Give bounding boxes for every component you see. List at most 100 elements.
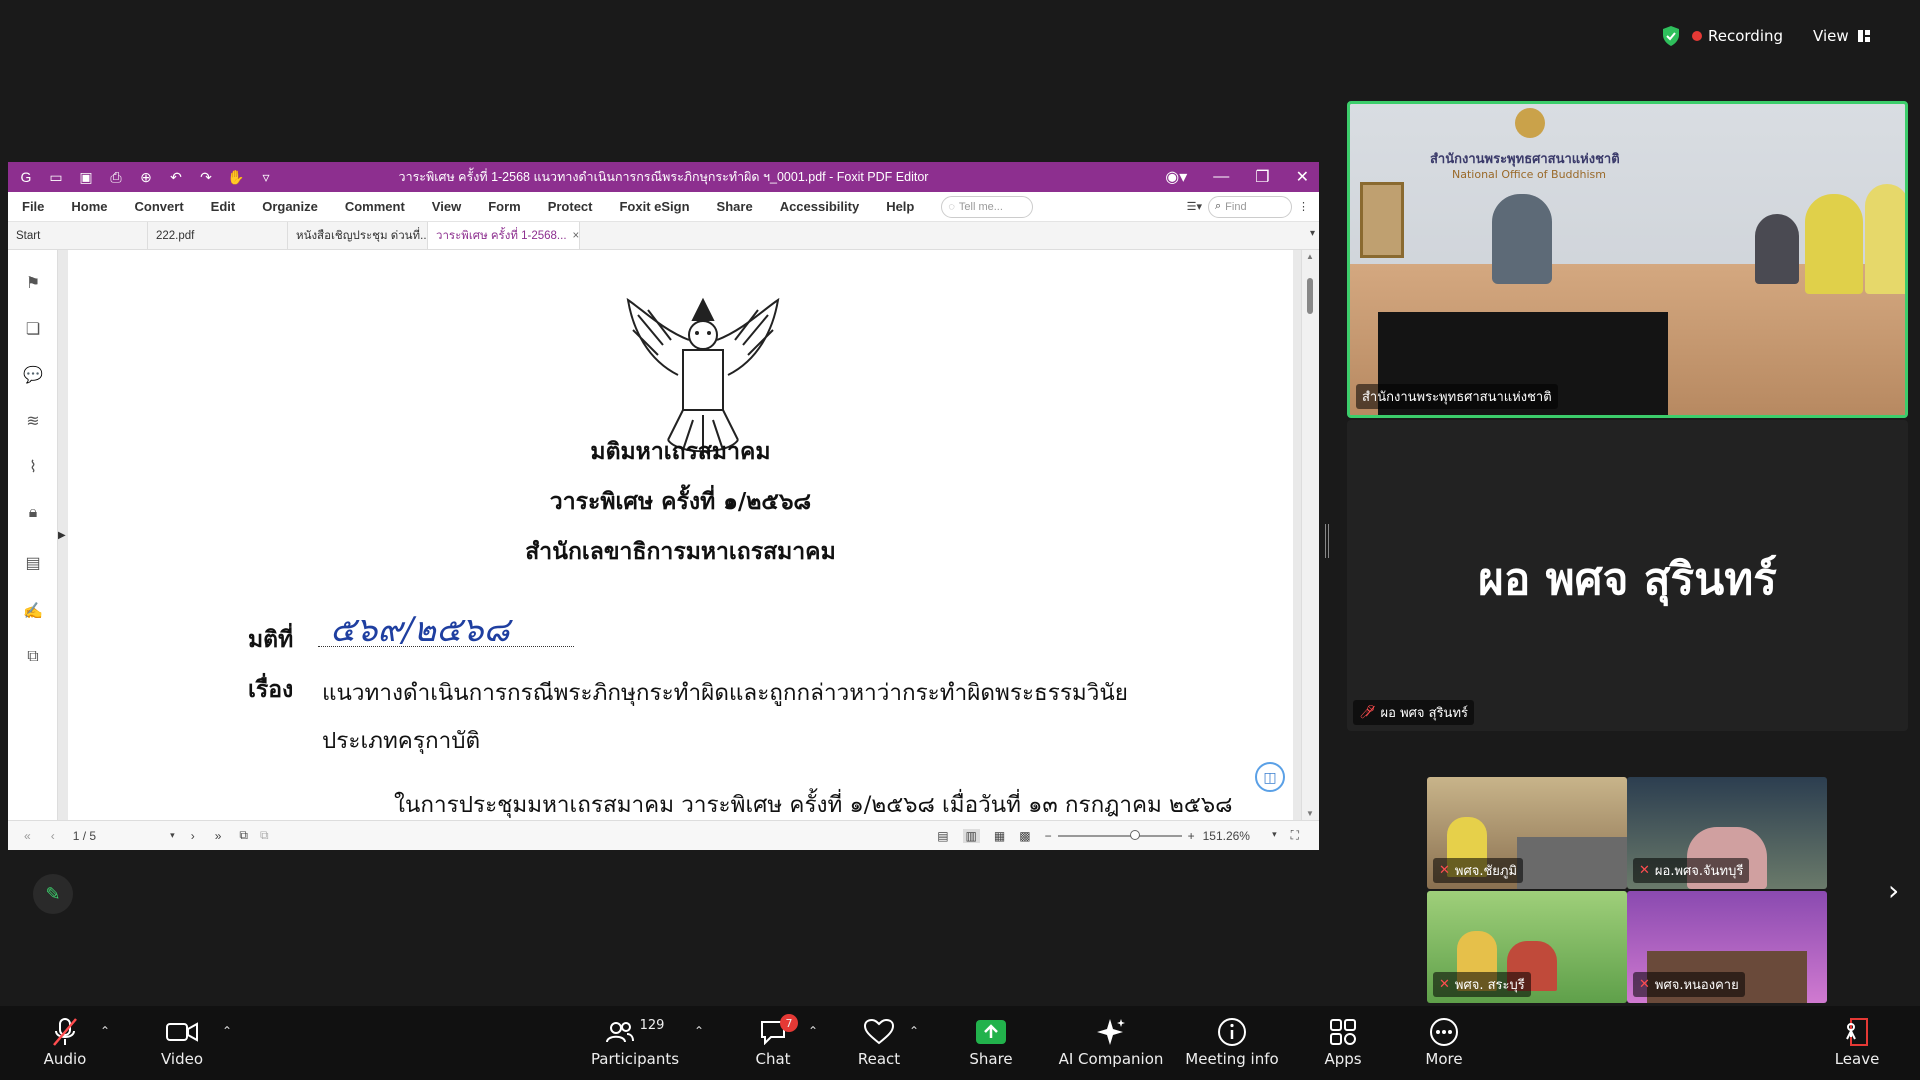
restore-icon[interactable]: ❐	[1255, 167, 1269, 187]
split-resize-handle[interactable]	[1325, 524, 1329, 558]
ai-companion-button[interactable]: AI Companion	[1052, 1014, 1170, 1068]
tab-special-agenda[interactable]: วาระพิเศษ ครั้งที่ 1-2568... ×	[428, 222, 580, 249]
react-options-caret-icon[interactable]: ⌃	[909, 1024, 919, 1038]
more-options-icon[interactable]: ⋮	[1298, 200, 1309, 213]
scroll-down-icon[interactable]: ▼	[1306, 809, 1314, 818]
participants-options-caret-icon[interactable]: ⌃	[694, 1024, 704, 1038]
thumb-name: พศจ. สระบุรี	[1454, 978, 1525, 993]
audio-options-caret-icon[interactable]: ⌃	[100, 1024, 110, 1038]
annotate-button[interactable]: ✎	[33, 874, 73, 914]
ai-companion-label: AI Companion	[1058, 1050, 1164, 1068]
chat-assistant-icon[interactable]: ◫	[1255, 762, 1285, 792]
tabs-dropdown-icon[interactable]: ▾	[1310, 228, 1315, 239]
menu-foxit-esign[interactable]: Foxit eSign	[619, 199, 689, 214]
chat-options-caret-icon[interactable]: ⌃	[808, 1024, 818, 1038]
video-tile-main-room[interactable]: สำนักงานพระพุทธศาสนาแห่งชาติ National Of…	[1347, 101, 1908, 418]
zoom-level-field[interactable]: 151.26% ▾	[1203, 829, 1277, 843]
rotate-view-icon[interactable]: ⧉	[239, 828, 248, 843]
zoom-slider[interactable]	[1057, 829, 1182, 840]
comments-icon[interactable]: 💬	[22, 364, 44, 386]
leave-button[interactable]: Leave	[1812, 1014, 1902, 1068]
close-icon[interactable]: ✕	[1296, 167, 1309, 187]
tab-start[interactable]: Start	[8, 222, 148, 249]
redo-icon[interactable]: ↷	[198, 169, 214, 185]
customize-dropdown-icon[interactable]: ▿	[258, 169, 274, 185]
share-button[interactable]: Share	[946, 1014, 1036, 1068]
participant-right-2	[1805, 194, 1863, 294]
menu-view[interactable]: View	[432, 199, 461, 214]
react-button[interactable]: React	[834, 1014, 924, 1068]
shared-screen-foxit-window[interactable]: G ▭ ▣ ⎙ ⊕ ↶ ↷ ✋ ▿ วาระพิเศษ ครั้งที่ 1-2…	[8, 162, 1319, 850]
video-options-caret-icon[interactable]: ⌃	[222, 1024, 232, 1038]
menu-form[interactable]: Form	[488, 199, 521, 214]
security-shield-icon[interactable]	[1660, 24, 1682, 48]
participants-button[interactable]: 129 Participants	[590, 1014, 680, 1069]
scroll-thumb[interactable]	[1307, 278, 1313, 314]
find-input[interactable]: ⌕ Find	[1208, 195, 1292, 218]
continuous-view-icon[interactable]: ▥	[962, 828, 980, 843]
next-page-icon[interactable]: ›	[191, 829, 195, 843]
menu-home[interactable]: Home	[71, 199, 107, 214]
open-folder-icon[interactable]: ▭	[48, 169, 64, 185]
pages-icon[interactable]: ❏	[22, 318, 44, 340]
menu-help[interactable]: Help	[886, 199, 914, 214]
compare-icon[interactable]: ⧉	[22, 646, 44, 668]
security-lock-icon[interactable]: 🔒︎	[22, 502, 44, 524]
video-button[interactable]: Video	[137, 1014, 227, 1068]
menu-share[interactable]: Share	[717, 199, 753, 214]
view-button[interactable]: View	[1813, 27, 1871, 45]
next-gallery-page-icon[interactable]: ›	[1888, 874, 1899, 907]
menu-protect[interactable]: Protect	[548, 199, 593, 214]
zoom-in-icon[interactable]: +	[1188, 829, 1195, 843]
scroll-up-icon[interactable]: ▲	[1306, 252, 1314, 261]
page-number-field[interactable]: 1 / 5 ▾	[69, 826, 179, 846]
more-button[interactable]: More	[1399, 1014, 1489, 1068]
video-tile-speaker[interactable]: ผอ พศจ สุรินทร์ 🎤︎̸ ผอ พศจ สุรินทร์	[1347, 420, 1908, 731]
apps-button[interactable]: Apps	[1298, 1014, 1388, 1068]
print-icon[interactable]: ⎙	[108, 169, 124, 185]
tab-invitation[interactable]: หนังสือเชิญประชุม ด่วนที่...	[288, 222, 428, 249]
tell-me-search[interactable]: ◌ Tell me...	[941, 195, 1034, 218]
save-icon[interactable]: ▣	[78, 169, 94, 185]
chat-button[interactable]: 7 Chat	[728, 1014, 818, 1068]
zoom-slider-handle[interactable]	[1129, 829, 1140, 840]
first-page-icon[interactable]: «	[24, 829, 31, 843]
attachment-icon[interactable]: ⌇	[22, 456, 44, 478]
audio-button[interactable]: Audio	[20, 1014, 110, 1068]
menu-accessibility[interactable]: Accessibility	[780, 199, 860, 214]
extract-page-icon[interactable]: ⧉	[260, 828, 269, 843]
recording-indicator[interactable]: Recording	[1692, 27, 1783, 45]
meeting-info-button[interactable]: Meeting info	[1184, 1014, 1280, 1068]
document-icon[interactable]: ▤	[22, 552, 44, 574]
last-page-icon[interactable]: »	[215, 829, 222, 843]
menu-comment[interactable]: Comment	[345, 199, 405, 214]
menu-edit[interactable]: Edit	[211, 199, 236, 214]
menu-organize[interactable]: Organize	[262, 199, 318, 214]
expand-panel-icon[interactable]: ▶	[58, 530, 66, 541]
continuous-facing-view-icon[interactable]: ▩	[1019, 829, 1030, 843]
thumb-tile[interactable]: ✕ ผอ.พศจ.จันทบุรี	[1627, 777, 1827, 889]
hand-tool-icon[interactable]: ✋	[227, 169, 244, 185]
menu-file[interactable]: File	[22, 199, 44, 214]
vertical-scrollbar[interactable]: ▲ ▼	[1301, 250, 1319, 820]
menu-convert[interactable]: Convert	[135, 199, 184, 214]
thumb-tile[interactable]: ✕ พศจ.หนองคาย	[1627, 891, 1827, 1003]
single-page-view-icon[interactable]: ▤	[937, 829, 948, 843]
tab-close-icon[interactable]: ×	[573, 230, 579, 242]
new-file-icon[interactable]: ⊕	[138, 169, 154, 185]
prev-page-icon[interactable]: ‹	[51, 829, 55, 843]
fullscreen-icon[interactable]: ⛶	[1291, 828, 1299, 843]
advanced-search-icon[interactable]: ☰▾	[1187, 200, 1202, 213]
account-icon[interactable]: ◉▾	[1165, 167, 1187, 187]
bookmark-icon[interactable]: ⚑	[22, 272, 44, 294]
signature-icon[interactable]: ✍	[22, 600, 44, 622]
thumb-name-tag: ✕ พศจ.หนองคาย	[1633, 972, 1745, 997]
tab-222-pdf[interactable]: 222.pdf	[148, 222, 288, 249]
zoom-out-icon[interactable]: −	[1045, 829, 1052, 843]
thumb-tile[interactable]: ✕ พศจ.ชัยภูมิ	[1427, 777, 1627, 889]
layers-icon[interactable]: ≋	[22, 410, 44, 432]
undo-icon[interactable]: ↶	[168, 169, 184, 185]
minimize-icon[interactable]: —	[1213, 168, 1229, 186]
thumb-tile[interactable]: ✕ พศจ. สระบุรี	[1427, 891, 1627, 1003]
facing-view-icon[interactable]: ▦	[994, 829, 1005, 843]
